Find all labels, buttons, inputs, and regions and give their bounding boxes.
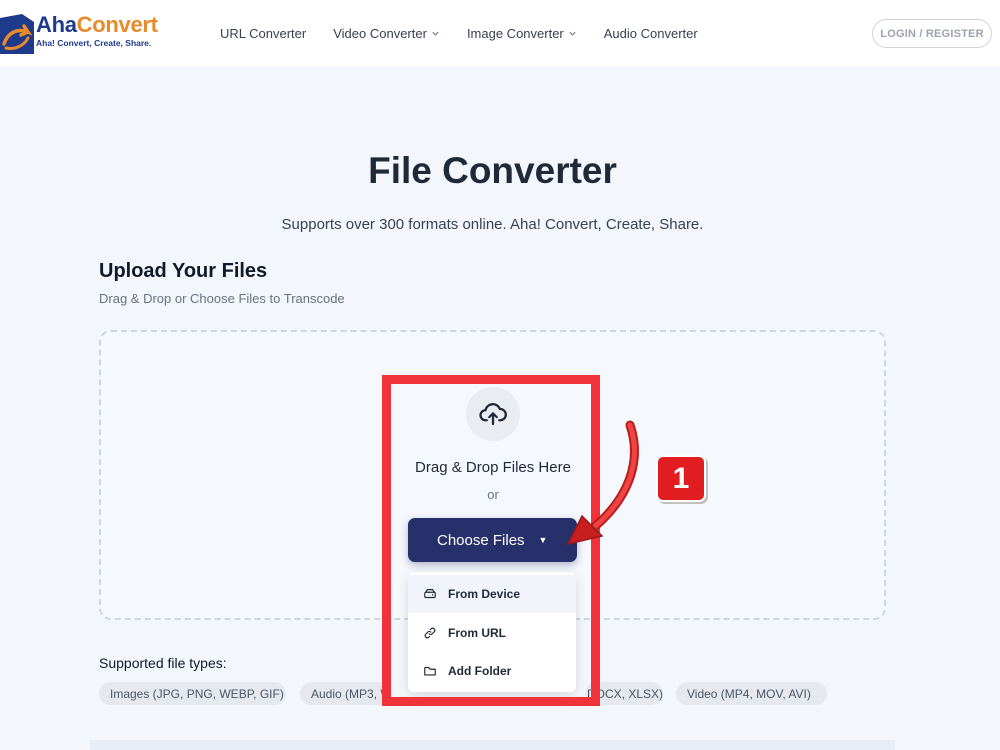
chevron-down-icon — [569, 31, 576, 36]
nav-url-converter[interactable]: URL Converter — [220, 26, 306, 41]
login-register-button[interactable]: LOGIN / REGISTER — [872, 19, 992, 48]
page-subtitle: Supports over 300 formats online. Aha! C… — [281, 216, 704, 233]
next-section-edge — [90, 740, 895, 750]
or-separator: or — [487, 487, 499, 502]
page-title: File Converter — [368, 150, 617, 191]
choose-files-button[interactable]: Choose Files ▼ — [408, 518, 577, 562]
type-pill-documents: DOCX, XLSX) — [585, 682, 663, 705]
logo-name-convert: Convert — [76, 12, 158, 37]
drop-files-text: Drag & Drop Files Here — [415, 459, 571, 476]
chevron-down-icon — [432, 31, 439, 36]
logo[interactable]: AhaConvert Aha! Convert, Create, Share. — [0, 12, 158, 54]
menu-item-from-device[interactable]: From Device — [408, 575, 576, 613]
logo-mark-icon — [0, 14, 34, 54]
cloud-upload-icon — [479, 403, 507, 426]
upload-heading: Upload Your Files — [99, 260, 268, 282]
nav-video-converter[interactable]: Video Converter — [333, 26, 440, 41]
main-nav: URL Converter Video Converter Image Conv… — [220, 0, 725, 66]
logo-tagline: Aha! Convert, Create, Share. — [36, 38, 152, 48]
menu-item-add-folder[interactable]: Add Folder — [408, 652, 576, 690]
nav-image-converter[interactable]: Image Converter — [467, 26, 577, 41]
link-icon — [424, 627, 436, 639]
step-number-badge: 1 — [656, 455, 706, 502]
site-header: AhaConvert Aha! Convert, Create, Share. … — [0, 0, 1000, 66]
type-pill-audio: Audio (MP3, WAV — [300, 682, 390, 705]
choose-files-menu: From Device From URL Add Folder — [408, 572, 576, 692]
caret-down-icon: ▼ — [538, 535, 548, 545]
choose-files-label: Choose Files — [437, 531, 525, 549]
menu-item-from-url[interactable]: From URL — [408, 614, 576, 652]
upload-description: Drag & Drop or Choose Files to Transcode — [99, 291, 345, 306]
type-pill-images: Images (JPG, PNG, WEBP, GIF) — [99, 682, 286, 705]
logo-name-aha: Aha — [36, 12, 77, 37]
folder-icon — [424, 666, 436, 676]
drive-icon — [424, 589, 436, 599]
nav-audio-converter[interactable]: Audio Converter — [604, 26, 698, 41]
type-pill-video: Video (MP4, MOV, AVI) — [676, 682, 827, 705]
upload-icon-circle — [466, 387, 520, 441]
supported-types-label: Supported file types: — [99, 655, 227, 671]
